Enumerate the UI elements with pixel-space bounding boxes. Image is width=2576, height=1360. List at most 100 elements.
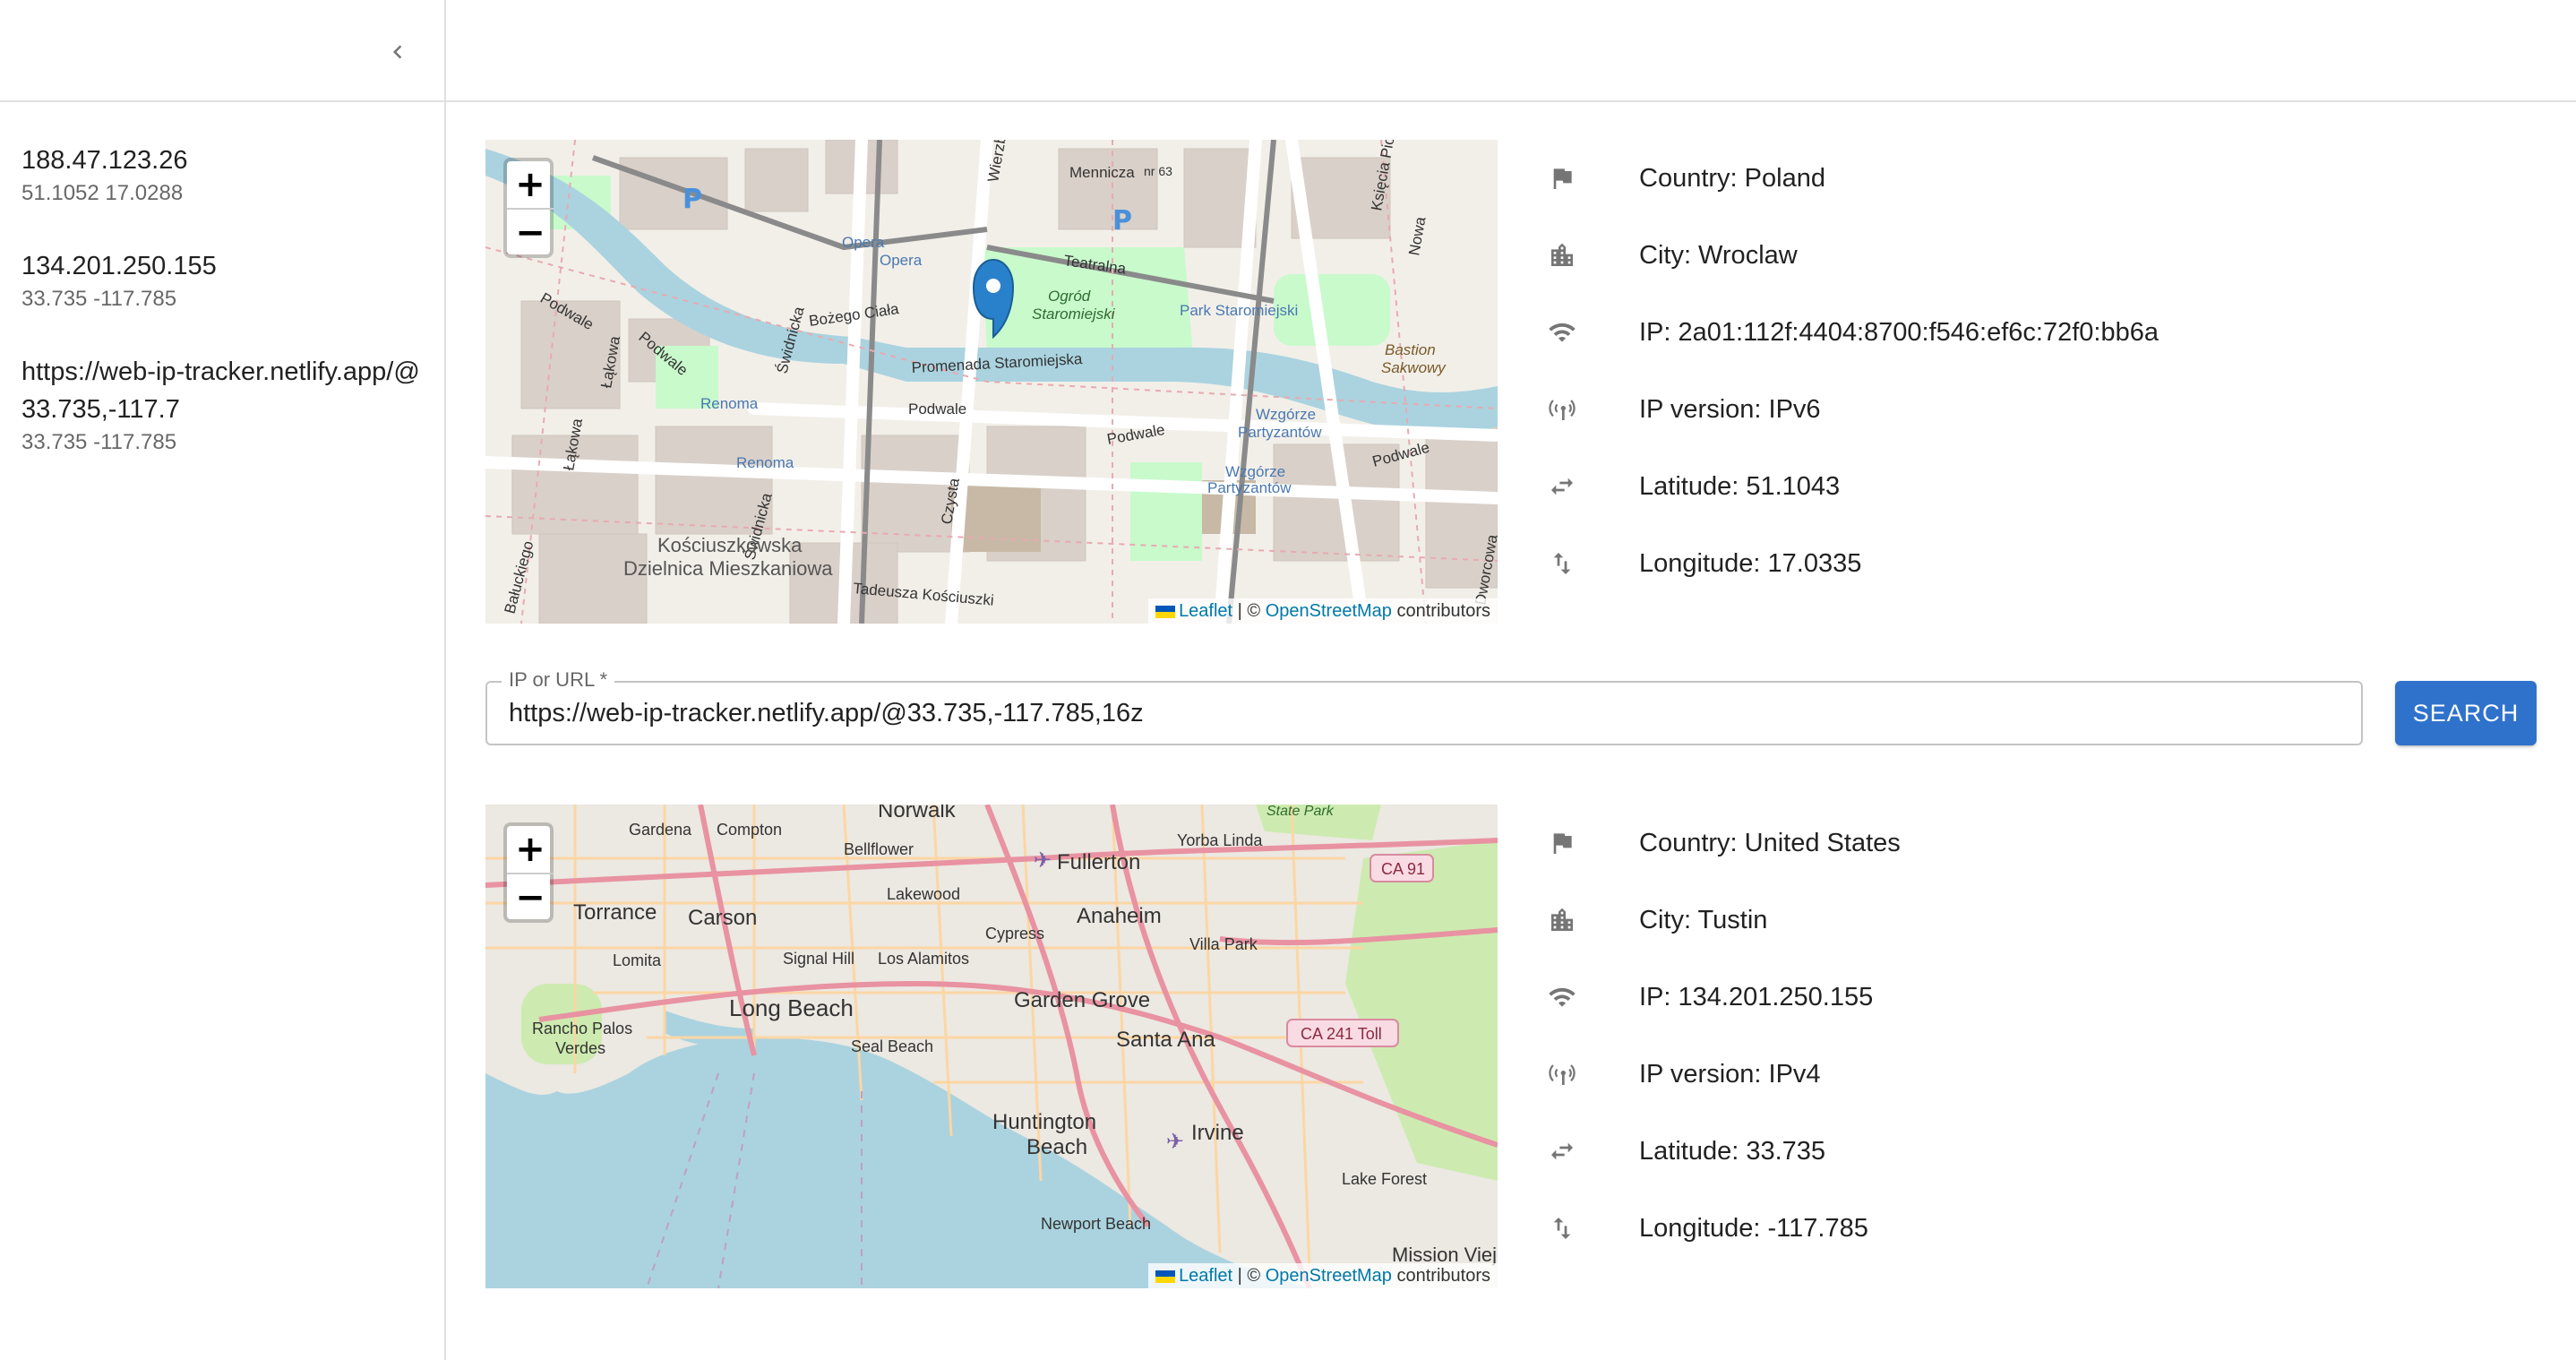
country-text: Country: United States (1639, 829, 1901, 857)
latitude-row: Latitude: 51.1043 (1516, 448, 2322, 525)
map-label: Santa Ana (1116, 1028, 1215, 1052)
zoom-control: + − (503, 822, 554, 923)
attribution-contributors: contributors (1391, 1266, 1490, 1286)
map-label: Park Staromiejski (1180, 302, 1298, 319)
leaflet-link[interactable]: Leaflet (1179, 601, 1232, 621)
map-tiles: ✈ ✈ Norwalk Gardena Compton Bellflower Fu… (485, 805, 1498, 1288)
map-label: Yorba Linda (1177, 831, 1263, 849)
city-text: City: Wroclaw (1639, 241, 1798, 270)
map-label: Bellflower (844, 840, 914, 858)
location-info-2: Country: United States City: Tustin IP: … (1516, 805, 2322, 1267)
ip-version-row: IP version: IPv6 (1516, 371, 2322, 448)
main-content: Mennicza Wierzbowa Księcia Piotra Nowa n… (446, 102, 2576, 1360)
map-label: nr 63 (1144, 164, 1172, 178)
wifi-icon (1548, 318, 1576, 347)
search-field: IP or URL * (485, 668, 2363, 745)
map-orange-county[interactable]: ✈ ✈ Norwalk Gardena Compton Bellflower Fu… (485, 805, 1498, 1288)
openstreetmap-link[interactable]: OpenStreetMap (1266, 1266, 1392, 1286)
ip-text: IP: 2a01:112f:4404:8700:f546:ef6c:72f0:b… (1639, 318, 2159, 347)
map-label: Opera (880, 252, 923, 269)
map-label: Carson (688, 906, 757, 930)
map-label: Sakwowy (1381, 359, 1447, 376)
map-label: Lomita (613, 951, 662, 969)
attribution-contributors: contributors (1391, 601, 1490, 621)
map-attribution: Leaflet | © OpenStreetMap contributors (1148, 598, 1498, 624)
swap-vertical-icon (1548, 1214, 1576, 1243)
history-item[interactable]: https://web-ip-tracker.netlify.app/@33.7… (0, 328, 444, 471)
svg-text:P: P (683, 184, 702, 215)
map-label: Norwalk (878, 805, 957, 822)
map-label: Villa Park (1189, 935, 1258, 953)
map-label: Irvine (1191, 1121, 1244, 1145)
history-item[interactable]: 134.201.250.155 33.735 -117.785 (0, 222, 444, 328)
map-label: Podwale (908, 400, 966, 417)
city-text: City: Tustin (1639, 906, 1768, 934)
history-item-primary: 188.47.123.26 (21, 146, 188, 175)
map-attribution: Leaflet | © OpenStreetMap contributors (1148, 1263, 1498, 1288)
openstreetmap-link[interactable]: OpenStreetMap (1266, 601, 1392, 621)
city-row: City: Tustin (1516, 882, 2322, 959)
map-label: Newport Beach (1041, 1215, 1151, 1233)
longitude-text: Longitude: 17.0335 (1639, 549, 1862, 578)
map-label: Los Alamitos (878, 950, 969, 968)
city-icon (1548, 241, 1576, 270)
zoom-in-button[interactable]: + (507, 161, 554, 208)
map-label: Staromiejski (1032, 306, 1116, 323)
longitude-row: Longitude: -117.785 (1516, 1190, 2322, 1267)
history-item-primary: https://web-ip-tracker.netlify.app/@33.7… (21, 357, 420, 424)
latitude-text: Latitude: 33.735 (1639, 1137, 1826, 1166)
map-label: Dzielnica Mieszkaniowa (623, 557, 833, 580)
history-item-primary: 134.201.250.155 (21, 252, 217, 280)
leaflet-link[interactable]: Leaflet (1179, 1266, 1232, 1286)
map-label: Renoma (700, 395, 759, 412)
map-label: Lakewood (887, 885, 960, 903)
map-label: Cypress (985, 925, 1044, 943)
map-label: State Park (1267, 805, 1335, 819)
map-label: Opera (842, 234, 885, 251)
map-label: Long Beach (729, 994, 854, 1021)
zoom-out-button[interactable]: − (507, 208, 554, 254)
map-label: Kościuszkowska (657, 534, 803, 556)
map-label: Fullerton (1057, 850, 1140, 874)
sidebar: 188.47.123.26 51.1052 17.0288 134.201.25… (0, 0, 446, 1360)
map-label: Renoma (736, 454, 794, 471)
search-button[interactable]: SEARCH (2395, 681, 2537, 745)
map-label: CA 241 Toll (1301, 1025, 1382, 1043)
zoom-in-button[interactable]: + (507, 826, 554, 873)
app-bar (446, 0, 2576, 102)
search-input[interactable] (509, 683, 2345, 744)
zoom-control: + − (503, 158, 554, 258)
map-wroclaw[interactable]: Mennicza Wierzbowa Księcia Piotra Nowa n… (485, 140, 1498, 624)
swap-horizontal-icon (1548, 1137, 1576, 1166)
map-label: Seal Beach (851, 1037, 933, 1055)
map-label: Compton (717, 821, 782, 839)
zoom-out-button[interactable]: − (507, 873, 554, 919)
map-label: Wzgórze (1256, 406, 1316, 423)
ip-version-row: IP version: IPv4 (1516, 1036, 2322, 1113)
wifi-icon (1548, 983, 1576, 1011)
map-tiles: Mennicza Wierzbowa Księcia Piotra Nowa n… (485, 140, 1498, 624)
map-label: Anaheim (1077, 904, 1162, 928)
map-label: Gardena (629, 821, 692, 839)
city-row: City: Wroclaw (1516, 217, 2322, 294)
map-label: Huntington (992, 1110, 1096, 1134)
ip-row: IP: 2a01:112f:4404:8700:f546:ef6c:72f0:b… (1516, 294, 2322, 371)
svg-text:✈: ✈ (1034, 848, 1052, 873)
map-label: Mennicza (1069, 164, 1135, 181)
history-item-coordinates: 33.735 -117.785 (21, 430, 177, 454)
longitude-text: Longitude: -117.785 (1639, 1214, 1868, 1243)
latitude-row: Latitude: 33.735 (1516, 1113, 2322, 1190)
sidebar-header (0, 0, 444, 102)
country-text: Country: Poland (1639, 164, 1825, 193)
map-label: Torrance (573, 900, 657, 925)
country-row: Country: United States (1516, 805, 2322, 882)
ukraine-flag-icon (1155, 605, 1176, 618)
flag-icon (1548, 164, 1576, 193)
map-label: Bastion (1385, 341, 1436, 358)
history-item[interactable]: 188.47.123.26 51.1052 17.0288 (0, 116, 444, 222)
chevron-left-icon (393, 45, 402, 59)
map-label: Partyzantów (1238, 424, 1322, 441)
search-history-list: 188.47.123.26 51.1052 17.0288 134.201.25… (0, 116, 444, 471)
map-label: Lake Forest (1342, 1170, 1427, 1188)
collapse-sidebar-button[interactable] (373, 27, 423, 77)
